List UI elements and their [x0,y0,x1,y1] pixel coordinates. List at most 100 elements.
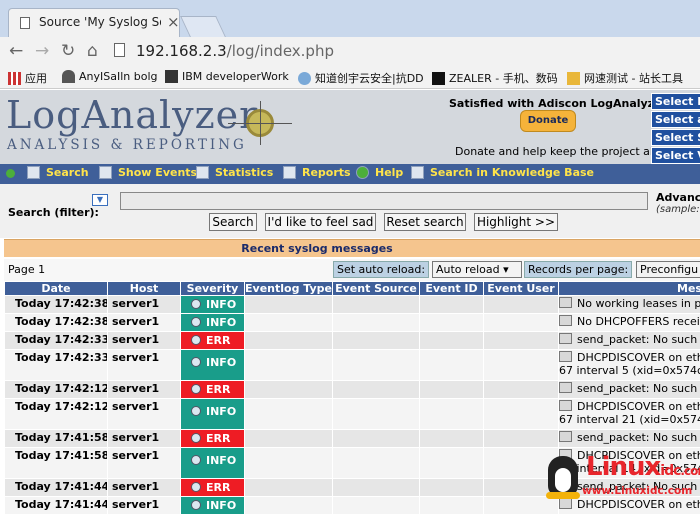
cell-event-user [484,296,559,314]
new-tab-button[interactable] [180,16,226,37]
cell-host[interactable]: server1 [108,296,181,314]
cell-date[interactable]: Today 17:42:33 [5,350,108,381]
cell-severity[interactable]: ERR [181,332,245,350]
bookmark-zhidao[interactable]: 知道创宇云安全|抗DD [298,70,424,86]
search-button[interactable]: Search [209,213,257,231]
cell-severity[interactable]: INFO [181,350,245,381]
cell-severity[interactable]: ERR [181,381,245,399]
highlight-button[interactable]: Highlight >> [474,213,558,231]
column-header-eventlog-type[interactable]: Eventlog Type [245,282,333,296]
menu-knowledge-base[interactable]: Search in Knowledge Base [411,166,594,179]
menu-statistics[interactable]: Statistics [196,166,273,179]
bookmarks-bar: 应用 AnyISaIln bolg IBM developerWork 知道创宇… [0,67,700,89]
cell-message[interactable]: No working leases in per [559,296,700,314]
message-line-2: 67 interval 21 (xid=0x574c7 [559,413,700,426]
severity-badge: INFO [181,296,244,313]
search-filter-panel: Search (filter): ▼ Search I'd like to fe… [0,184,700,238]
report-icon [283,166,296,179]
bookmark-speedtest[interactable]: 网速测试 - 站长工具 [567,70,683,86]
cell-date[interactable]: Today 17:42:38 [5,314,108,332]
advanced-search-label[interactable]: Advance [656,191,700,204]
cell-message[interactable]: send_packet: No such de [559,332,700,350]
cell-message[interactable]: No DHCPOFFERS received [559,314,700,332]
table-row[interactable]: Today 17:42:33server1ERR send_packet: No … [5,332,700,350]
filter-input[interactable] [120,192,648,210]
column-header-event-id[interactable]: Event ID [420,282,484,296]
cell-host[interactable]: server1 [108,314,181,332]
cell-severity[interactable]: INFO [181,296,245,314]
close-tab-icon[interactable]: × [167,13,180,31]
column-header-severity[interactable]: Severity [181,282,245,296]
select-language-button[interactable]: Select La [651,93,700,110]
menu-help[interactable]: Help [356,166,403,179]
reset-search-button[interactable]: Reset search [384,213,466,231]
reload-icon[interactable]: ↻ [61,41,75,61]
cell-host[interactable]: server1 [108,497,181,515]
table-row[interactable]: Today 17:42:38server1INFO No DHCPOFFERS r… [5,314,700,332]
table-row[interactable]: Today 17:42:12server1INFO DHCPDISCOVER on… [5,399,700,430]
app-logo-subtitle: ANALYSIS & REPORTING [7,137,247,153]
table-row[interactable]: Today 17:42:12server1ERR send_packet: No … [5,381,700,399]
menu-reports[interactable]: Reports [283,166,351,179]
column-header-date[interactable]: Date [5,282,108,296]
bookmark-ibm[interactable]: IBM developerWork [165,70,289,83]
column-header-message[interactable]: Mes [559,282,700,296]
cell-date[interactable]: Today 17:41:58 [5,430,108,448]
cell-message[interactable]: send_packet: No such de [559,381,700,399]
table-row[interactable]: Today 17:41:58server1ERR send_packet: No … [5,430,700,448]
cell-date[interactable]: Today 17:41:44 [5,479,108,497]
cell-message[interactable]: DHCPDISCOVER on eth067 interval 21 (xid=… [559,399,700,430]
cell-host[interactable]: server1 [108,430,181,448]
cell-date[interactable]: Today 17:41:58 [5,448,108,479]
cell-date[interactable]: Today 17:42:33 [5,332,108,350]
cell-severity[interactable]: INFO [181,399,245,430]
forward-arrow-icon[interactable]: → [35,41,49,61]
cell-severity[interactable]: INFO [181,448,245,479]
cell-date[interactable]: Today 17:41:44 [5,497,108,515]
bookmark-apps[interactable]: 应用 [8,70,47,86]
address-bar[interactable]: 192.168.2.3/log/index.php [136,42,334,60]
select-source-button[interactable]: Select So [651,129,700,146]
cell-severity[interactable]: INFO [181,497,245,515]
status-dot-icon [6,169,15,178]
cell-message[interactable]: send_packet: No such de [559,430,700,448]
cell-date[interactable]: Today 17:42:12 [5,399,108,430]
cell-event-source [333,314,420,332]
donate-button[interactable]: Donate [520,110,576,132]
filter-label: Search (filter): [8,206,99,219]
cell-host[interactable]: server1 [108,381,181,399]
column-header-host[interactable]: Host [108,282,181,296]
back-arrow-icon[interactable]: ← [9,41,23,61]
cell-date[interactable]: Today 17:42:12 [5,381,108,399]
cell-severity[interactable]: INFO [181,314,245,332]
menu-search[interactable]: Search [27,166,89,179]
severity-label: INFO [206,499,236,512]
filter-dropdown-icon[interactable]: ▼ [92,194,108,206]
home-icon[interactable]: ⌂ [87,41,98,61]
cell-severity[interactable]: ERR [181,479,245,497]
menu-show-events[interactable]: Show Events [99,166,197,179]
column-header-event-source[interactable]: Event Source [333,282,420,296]
message-line-1: send_packet: No such de [577,431,700,444]
column-header-event-user[interactable]: Event User [484,282,559,296]
cell-message[interactable]: DHCPDISCOVER on eth067 interval 5 (xid=0… [559,350,700,381]
severity-badge: ERR [181,381,244,398]
cell-host[interactable]: server1 [108,350,181,381]
cell-severity[interactable]: ERR [181,430,245,448]
cell-host[interactable]: server1 [108,399,181,430]
feel-sad-button[interactable]: I'd like to feel sad [265,213,376,231]
table-row[interactable]: Today 17:42:38server1INFO No working leas… [5,296,700,314]
chart-icon [196,166,209,179]
preconfigured-select[interactable]: Preconfigu [636,261,700,278]
cell-date[interactable]: Today 17:42:38 [5,296,108,314]
select-style-button[interactable]: Select a [651,111,700,128]
cell-host[interactable]: server1 [108,448,181,479]
cell-host[interactable]: server1 [108,332,181,350]
cell-host[interactable]: server1 [108,479,181,497]
auto-reload-select[interactable]: Auto reload ▾ [432,261,522,278]
bookmark-anyisaln[interactable]: AnyISaIln bolg [62,70,158,83]
select-view-button[interactable]: Select Vi [651,147,700,164]
bookmark-zealer[interactable]: ZEALER - 手机、数码 [432,70,558,86]
browser-tab[interactable]: Source 'My Syslog Sour × [8,8,180,37]
table-row[interactable]: Today 17:42:33server1INFO DHCPDISCOVER on… [5,350,700,381]
